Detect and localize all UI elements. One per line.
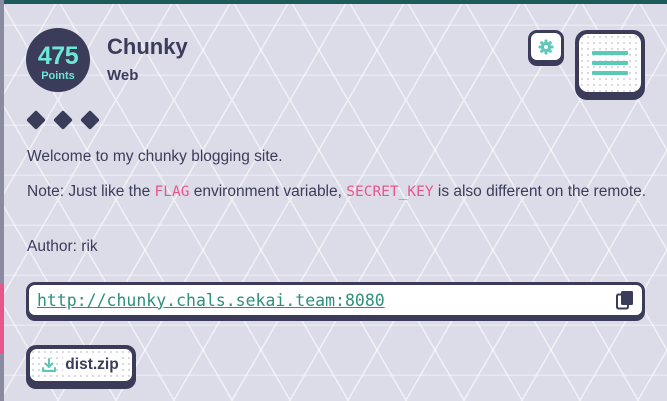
note-mid: environment variable, [189, 183, 347, 200]
description-text: Welcome to my chunky blogging site. [27, 148, 283, 165]
note-suffix: is also different on the remote. [433, 183, 647, 200]
points-label: Points [39, 70, 77, 82]
copy-icon[interactable] [616, 290, 634, 310]
difficulty-indicator [26, 110, 100, 130]
download-icon [42, 358, 57, 372]
settings-button[interactable] [528, 30, 564, 66]
top-border [0, 0, 667, 4]
hamburger-menu-icon [579, 34, 641, 92]
challenge-title: Chunky [107, 34, 188, 59]
download-attachment-button[interactable]: dist.zip [26, 345, 136, 389]
note-code-secret-key: SECRET_KEY [346, 184, 434, 200]
difficulty-diamond-icon [80, 110, 100, 130]
difficulty-diamond-icon [26, 110, 46, 130]
challenge-category: Web [107, 67, 139, 84]
connection-url-field: http://chunky.chals.sekai.team:8080 [26, 282, 645, 321]
author-text: Author: rik [27, 238, 98, 255]
description-note: Note: Just like the FLAG environment var… [27, 182, 647, 202]
difficulty-diamond-icon [53, 110, 73, 130]
menu-button[interactable] [575, 30, 645, 100]
gear-icon [538, 39, 554, 54]
points-badge: 475 Points [26, 28, 90, 92]
note-code-flag: FLAG [154, 184, 190, 200]
connection-url-link[interactable]: http://chunky.chals.sekai.team:8080 [37, 291, 385, 310]
points-value: 475 [37, 42, 79, 70]
note-prefix: Note: Just like the [27, 183, 155, 200]
attachment-label: dist.zip [63, 356, 121, 374]
left-accent [0, 283, 4, 353]
